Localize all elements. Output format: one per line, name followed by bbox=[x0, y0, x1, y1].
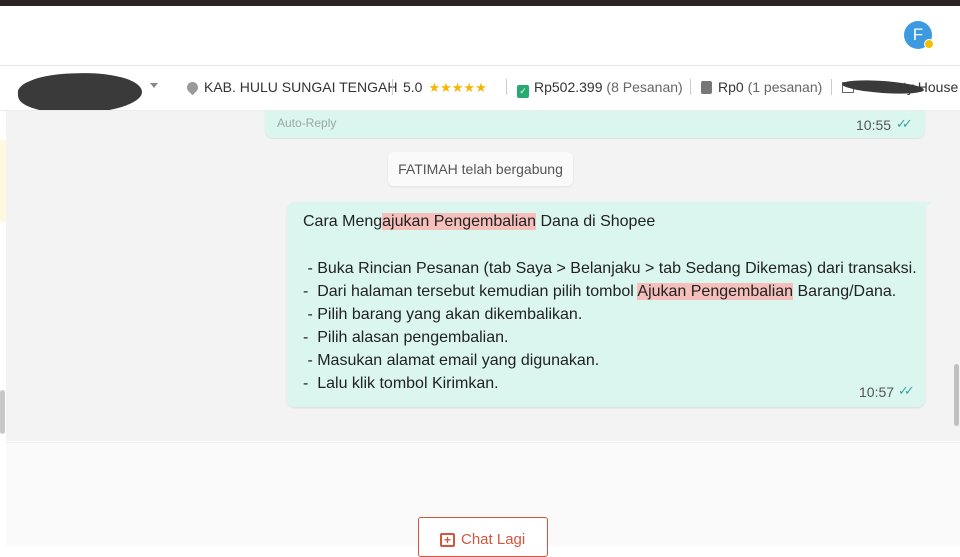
pending-info: Rp0 (1 pesanan) bbox=[701, 78, 822, 96]
bubble-tail bbox=[922, 202, 932, 210]
user-avatar[interactable]: F bbox=[904, 21, 934, 49]
rating-value: 5.0 bbox=[403, 79, 423, 95]
buyer-info-bar: KAB. HULU SUNGAI TENGAH 5.0 ★★★★★ ✓ Rp502.… bbox=[0, 67, 960, 111]
rating-info: 5.0 ★★★★★ bbox=[403, 78, 487, 97]
message-line-6: - Lalu klik tombol Kirimkan. bbox=[303, 375, 499, 392]
line2-text-end: Barang/Dana. bbox=[793, 283, 897, 300]
message-line-3: - Pilih barang yang akan dikembalikan. bbox=[303, 306, 583, 323]
system-message: FATIMAH telah bergabung bbox=[388, 152, 573, 186]
previous-message-bubble: Auto-Reply 10:55 ✓✓ bbox=[265, 111, 925, 138]
message-line-1: - Buka Rincian Pesanan (tab Saya > Belan… bbox=[303, 260, 917, 277]
chat-plus-icon: + bbox=[440, 533, 455, 547]
divider bbox=[506, 79, 507, 95]
paid-info: ✓ Rp502.399 (8 Pesanan) bbox=[517, 78, 683, 98]
auto-reply-label: Auto-Reply bbox=[277, 116, 337, 130]
paid-amount: Rp502.399 bbox=[534, 79, 603, 95]
app-header: F bbox=[0, 6, 960, 66]
message-line-4: - Pilih alasan pengembalian. bbox=[303, 329, 509, 346]
chat-scrollbar[interactable] bbox=[954, 364, 959, 426]
line2-text: - Dari halaman tersebut kemudian pilih t… bbox=[303, 283, 638, 300]
title-highlight: ajukan Pengembalian bbox=[382, 213, 537, 230]
message-bubble: Cara Mengajukan Pengembalian Dana di Sho… bbox=[287, 202, 932, 407]
read-check-icon: ✓✓ bbox=[896, 116, 913, 131]
location-info: KAB. HULU SUNGAI TENGAH bbox=[184, 78, 398, 96]
read-check-icon: ✓✓ bbox=[898, 383, 915, 398]
divider bbox=[392, 79, 393, 95]
redacted-name bbox=[17, 69, 143, 110]
chevron-down-icon[interactable] bbox=[150, 83, 158, 88]
left-scrollbar[interactable] bbox=[0, 390, 5, 434]
status-dot-icon bbox=[924, 39, 934, 49]
location-pin-icon bbox=[184, 79, 201, 96]
title-text: Cara Meng bbox=[303, 213, 383, 230]
message-time: 10:55 bbox=[856, 117, 892, 133]
message-line-2: - Dari halaman tersebut kemudian pilih t… bbox=[303, 282, 896, 302]
message-time: 10:57 bbox=[859, 384, 895, 400]
paid-check-icon: ✓ bbox=[517, 85, 529, 98]
chat-again-label: Chat Lagi bbox=[461, 531, 526, 548]
title-text-end: Dana di Shopee bbox=[536, 213, 656, 230]
line2-highlight: Ajukan Pengembalian bbox=[637, 283, 794, 300]
divider bbox=[690, 79, 691, 95]
rating-stars-icon: ★★★★★ bbox=[428, 80, 487, 95]
pending-orders: (1 pesanan) bbox=[747, 79, 823, 95]
clipboard-icon bbox=[701, 81, 712, 94]
message-line-5: - Masukan alamat email yang digunakan. bbox=[303, 352, 600, 369]
paid-orders: (8 Pesanan) bbox=[606, 79, 683, 95]
avatar-initial: F bbox=[912, 25, 924, 44]
pending-amount: Rp0 bbox=[718, 79, 744, 95]
location-text: KAB. HULU SUNGAI TENGAH bbox=[204, 79, 398, 95]
divider bbox=[831, 79, 832, 95]
chat-again-button[interactable]: + Chat Lagi bbox=[418, 517, 548, 557]
message-title: Cara Mengajukan Pengembalian Dana di Sho… bbox=[303, 212, 655, 232]
